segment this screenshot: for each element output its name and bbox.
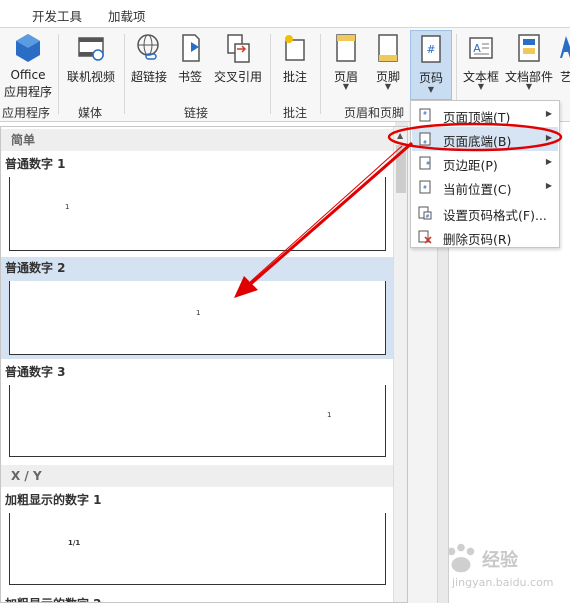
dropdown-arrow-icon: ▼: [427, 85, 435, 94]
page-bottom-icon: #: [419, 132, 431, 146]
page-number-button[interactable]: # 页码 ▼: [410, 30, 452, 100]
bookmark-icon: [182, 34, 200, 62]
cross-reference-icon: [227, 34, 250, 63]
page-number-gallery: 简单 普通数字 1 1 普通数字 2 1 普通数字 3 1 X / Y 加粗显示…: [0, 126, 408, 603]
ribbon-tab-bar: 开发工具 加载项: [0, 0, 570, 28]
header-icon: [336, 34, 356, 62]
text-box-button[interactable]: A 文本框 ▼: [460, 32, 502, 94]
office-apps-button[interactable]: Office 应用程序: [0, 32, 56, 99]
menu-item-remove-page-numbers[interactable]: 删除页码(R): [412, 225, 558, 249]
dropdown-arrow-icon: ▼: [384, 82, 392, 91]
submenu-arrow-icon: ▶: [545, 181, 552, 190]
hyperlink-button[interactable]: 超链接: [128, 32, 170, 94]
group-separator: [320, 34, 321, 114]
gallery-item-bold-number-2[interactable]: 加粗显示的数字 2: [1, 593, 393, 602]
menu-item-bottom-of-page[interactable]: # 页面底端(B) ▶: [412, 127, 558, 151]
online-video-button[interactable]: 联机视频: [62, 32, 120, 94]
svg-text:#: #: [426, 43, 435, 56]
group-label-comments: 批注: [283, 106, 308, 120]
svg-text:#: #: [425, 214, 429, 220]
dropdown-arrow-icon: ▼: [342, 82, 350, 91]
menu-item-page-margins[interactable]: # 页边距(P) ▶: [412, 151, 558, 175]
group-separator: [58, 34, 59, 114]
wordart-icon: [560, 36, 570, 58]
svg-text:#: #: [423, 185, 427, 191]
text-box-icon: A: [469, 37, 493, 59]
svg-text:#: #: [426, 161, 430, 167]
group-label-apps: 应用程序: [2, 106, 51, 120]
bookmark-button[interactable]: 书签: [172, 32, 208, 94]
office-apps-icon: [16, 34, 40, 62]
wordart-button[interactable]: 艺: [556, 32, 570, 94]
gallery-preview: 1: [9, 281, 386, 355]
gallery-item-plain-number-2[interactable]: 普通数字 2 1: [1, 257, 393, 359]
submenu-arrow-icon: ▶: [545, 109, 552, 118]
svg-text:A: A: [473, 42, 481, 55]
gallery-item-plain-number-1[interactable]: 普通数字 1 1: [1, 153, 393, 255]
paw-icon: [447, 543, 475, 573]
dropdown-arrow-icon: ▼: [477, 82, 485, 91]
scroll-up-icon[interactable]: ▲: [397, 131, 403, 140]
dropdown-arrow-icon: ▼: [525, 82, 533, 91]
current-position-icon: #: [419, 180, 431, 194]
submenu-arrow-icon: ▶: [545, 157, 552, 166]
group-separator: [124, 34, 125, 114]
watermark: 经验 jingyan.baidu.com: [438, 540, 563, 598]
menu-item-format-page-numbers[interactable]: # 设置页码格式(F)...: [412, 201, 558, 225]
submenu-arrow-icon: ▶: [545, 133, 552, 142]
scroll-thumb[interactable]: [396, 145, 406, 193]
gallery-section-simple: 简单: [1, 129, 393, 151]
header-button[interactable]: 页眉 ▼: [326, 32, 366, 94]
document-parts-icon: [518, 34, 540, 62]
group-label-header-footer: 页眉和页脚: [344, 106, 405, 120]
gallery-section-xy: X / Y: [1, 465, 393, 487]
tab-addins[interactable]: 加载项: [108, 6, 146, 25]
new-comment-icon: [285, 35, 305, 61]
document-parts-button[interactable]: 文档部件 ▼: [504, 32, 554, 94]
remove-page-number-icon: [418, 230, 432, 244]
gallery-item-bold-number-1[interactable]: 加粗显示的数字 1 1/1: [1, 489, 393, 589]
svg-text:#: #: [423, 111, 427, 117]
gallery-item-plain-number-3[interactable]: 普通数字 3 1: [1, 361, 393, 461]
cross-reference-button[interactable]: 交叉引用: [210, 32, 266, 94]
page-number-menu: # 页面顶端(T) ▶ # 页面底端(B) ▶ # 页边距(P) ▶ # 当前位…: [410, 100, 560, 248]
film-icon: [78, 37, 104, 61]
group-separator: [270, 34, 271, 114]
gallery-scrollbar[interactable]: ▲: [393, 127, 407, 602]
page-margin-icon: #: [419, 156, 431, 170]
svg-text:#: #: [423, 140, 427, 146]
gallery-preview: 1: [9, 385, 386, 457]
group-label-links: 链接: [184, 106, 209, 120]
globe-link-icon: [137, 34, 159, 60]
format-page-number-icon: #: [418, 206, 432, 220]
comment-button[interactable]: 批注: [274, 32, 316, 94]
menu-item-top-of-page[interactable]: # 页面顶端(T) ▶: [412, 103, 558, 127]
page-top-icon: #: [419, 108, 431, 122]
gallery-preview: 1: [9, 177, 386, 251]
menu-item-current-position[interactable]: # 当前位置(C) ▶: [412, 175, 558, 199]
footer-button[interactable]: 页脚 ▼: [368, 32, 408, 94]
group-label-media: 媒体: [78, 106, 103, 120]
page-number-icon: #: [421, 35, 441, 63]
footer-icon: [378, 34, 398, 62]
tab-developer[interactable]: 开发工具: [32, 6, 82, 25]
gallery-preview: 1/1: [9, 513, 386, 585]
